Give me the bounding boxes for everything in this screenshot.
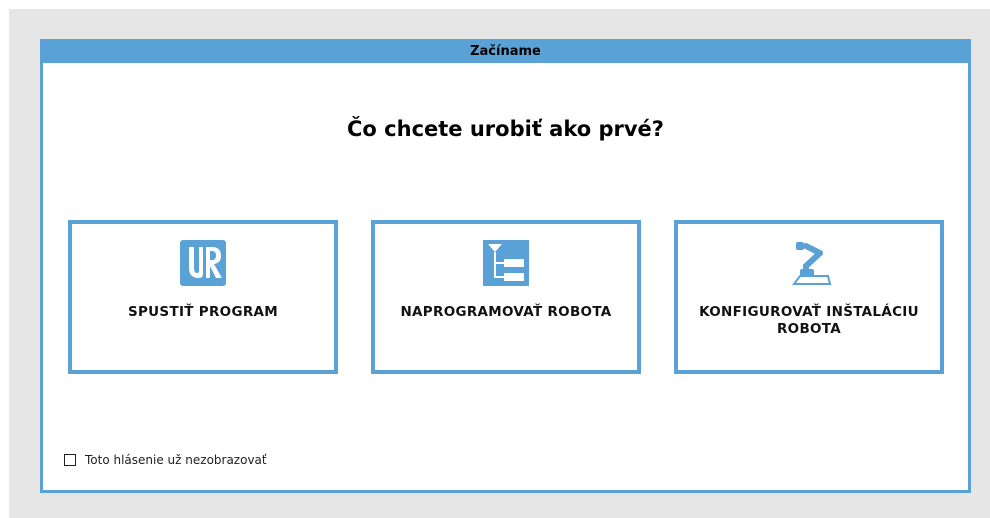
dialog-heading: Čo chcete urobiť ako prvé? bbox=[347, 117, 664, 141]
run-program-button[interactable]: SPUSTIŤ PROGRAM bbox=[68, 220, 338, 374]
dont-show-again-label: Toto hlásenie už nezobrazovať bbox=[85, 453, 267, 467]
program-robot-label: NAPROGRAMOVAŤ ROBOTA bbox=[400, 304, 612, 320]
run-program-label: SPUSTIŤ PROGRAM bbox=[127, 304, 279, 320]
ur-logo-icon bbox=[180, 240, 226, 286]
program-robot-button[interactable]: NAPROGRAMOVAŤ ROBOTA bbox=[371, 220, 641, 374]
robot-arm-icon bbox=[792, 242, 832, 285]
dont-show-again-option[interactable]: Toto hlásenie už nezobrazovať bbox=[64, 453, 267, 467]
getting-started-dialog: Začíname Čo chcete urobiť ako prvé? SPUS… bbox=[40, 39, 971, 493]
dialog-title: Začíname bbox=[470, 43, 541, 59]
configure-installation-label: KONFIGUROVAŤ INŠTALÁCIU ROBOTA bbox=[699, 304, 919, 337]
dont-show-again-checkbox[interactable] bbox=[64, 454, 76, 466]
program-tree-icon bbox=[483, 240, 529, 286]
dialog-titlebar: Začíname bbox=[40, 39, 971, 63]
configure-installation-button[interactable]: KONFIGUROVAŤ INŠTALÁCIU ROBOTA bbox=[674, 220, 944, 374]
